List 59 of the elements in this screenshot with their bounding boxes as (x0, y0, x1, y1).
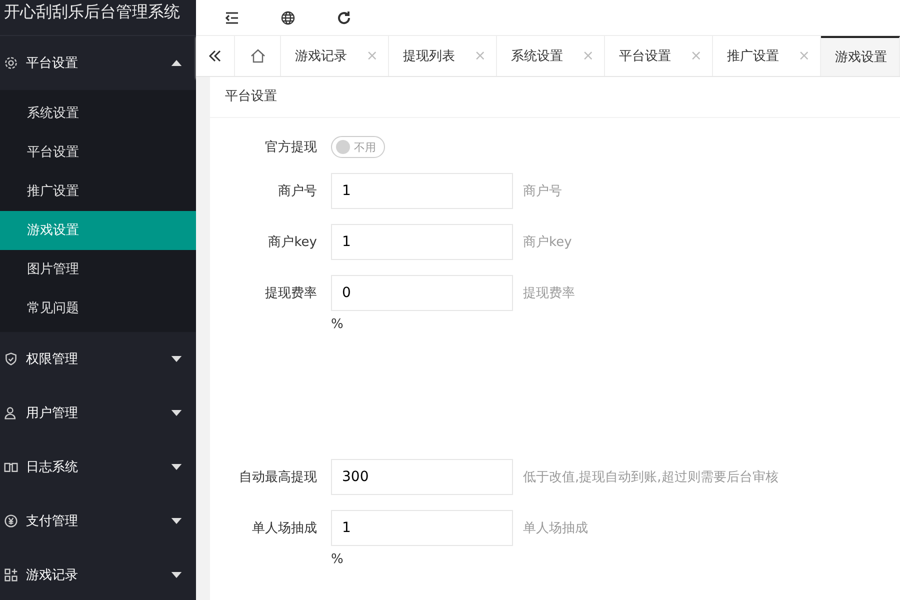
input-field[interactable]: 1 (331, 173, 513, 209)
menu-group[interactable]: 权限管理 (0, 332, 196, 386)
caret-icon (171, 60, 182, 66)
caret-icon (171, 464, 182, 470)
tab[interactable]: 平台设置 × (605, 36, 713, 76)
unit-label: % (331, 552, 344, 567)
field-hint: 低于改值,提现自动到账,超过则需要后台审核 (523, 469, 778, 486)
card-title: 平台设置 (210, 77, 900, 118)
globe-icon[interactable] (280, 10, 296, 26)
tab-label: 游戏记录 (295, 48, 347, 65)
caret-icon (171, 410, 182, 416)
input-field[interactable]: 0 (331, 275, 513, 311)
sidebar-item[interactable]: 图片管理 (0, 250, 196, 289)
field-label: 商户key (267, 234, 317, 252)
caret-icon (171, 356, 182, 362)
field-label: 官方提现 (264, 139, 317, 157)
apps-icon (4, 568, 18, 582)
sidebar-item[interactable]: 推广设置 (0, 172, 196, 211)
caret-icon (171, 518, 182, 524)
double-chevron-icon (207, 48, 223, 64)
shield-icon (4, 352, 18, 366)
unit-label: % (331, 317, 344, 332)
yen-icon (4, 514, 18, 528)
field-hint: 商户key (523, 234, 572, 251)
tab-label: 推广设置 (727, 48, 779, 65)
field-label: 单人场抽成 (251, 520, 317, 538)
tab[interactable]: 游戏记录 × (281, 36, 389, 76)
menu-fold-icon[interactable] (224, 10, 240, 26)
sidebar-item[interactable]: 常见问题 (0, 289, 196, 328)
field-hint: 商户号 (523, 183, 562, 200)
user-icon (4, 406, 18, 420)
input-field[interactable]: 1 (331, 224, 513, 260)
field-label: 商户号 (277, 183, 317, 201)
menu-group[interactable]: 平台设置 (0, 36, 196, 90)
menu-group[interactable]: 游戏记录 (0, 548, 196, 600)
tab[interactable]: 系统设置 × (497, 36, 605, 76)
input-field[interactable]: 1 (331, 510, 513, 546)
home-icon (250, 48, 266, 64)
input-field[interactable]: 300 (331, 459, 513, 495)
sidebar-item[interactable]: 游戏设置 (0, 211, 196, 250)
tab-label: 游戏设置 (835, 49, 887, 66)
tab-label: 平台设置 (619, 48, 671, 65)
menu-group[interactable]: 支付管理 (0, 494, 196, 548)
sidebar-item[interactable]: 系统设置 (0, 94, 196, 133)
field-hint: 提现费率 (523, 285, 575, 302)
refresh-icon[interactable] (336, 10, 352, 26)
gear-icon (4, 56, 18, 70)
caret-icon (171, 572, 182, 578)
field-hint: 单人场抽成 (523, 520, 588, 537)
tab-label: 系统设置 (511, 48, 563, 65)
menu-group[interactable]: 用户管理 (0, 386, 196, 440)
field-label: 自动最高提现 (238, 469, 317, 487)
menu-group[interactable]: 日志系统 (0, 440, 196, 494)
tab[interactable]: 提现列表 × (389, 36, 497, 76)
sidebar-item[interactable]: 平台设置 (0, 133, 196, 172)
book-icon (4, 460, 18, 474)
tab[interactable]: 游戏设置 (821, 36, 900, 76)
tab-label: 提现列表 (403, 48, 455, 65)
field-label: 提现费率 (264, 285, 317, 303)
